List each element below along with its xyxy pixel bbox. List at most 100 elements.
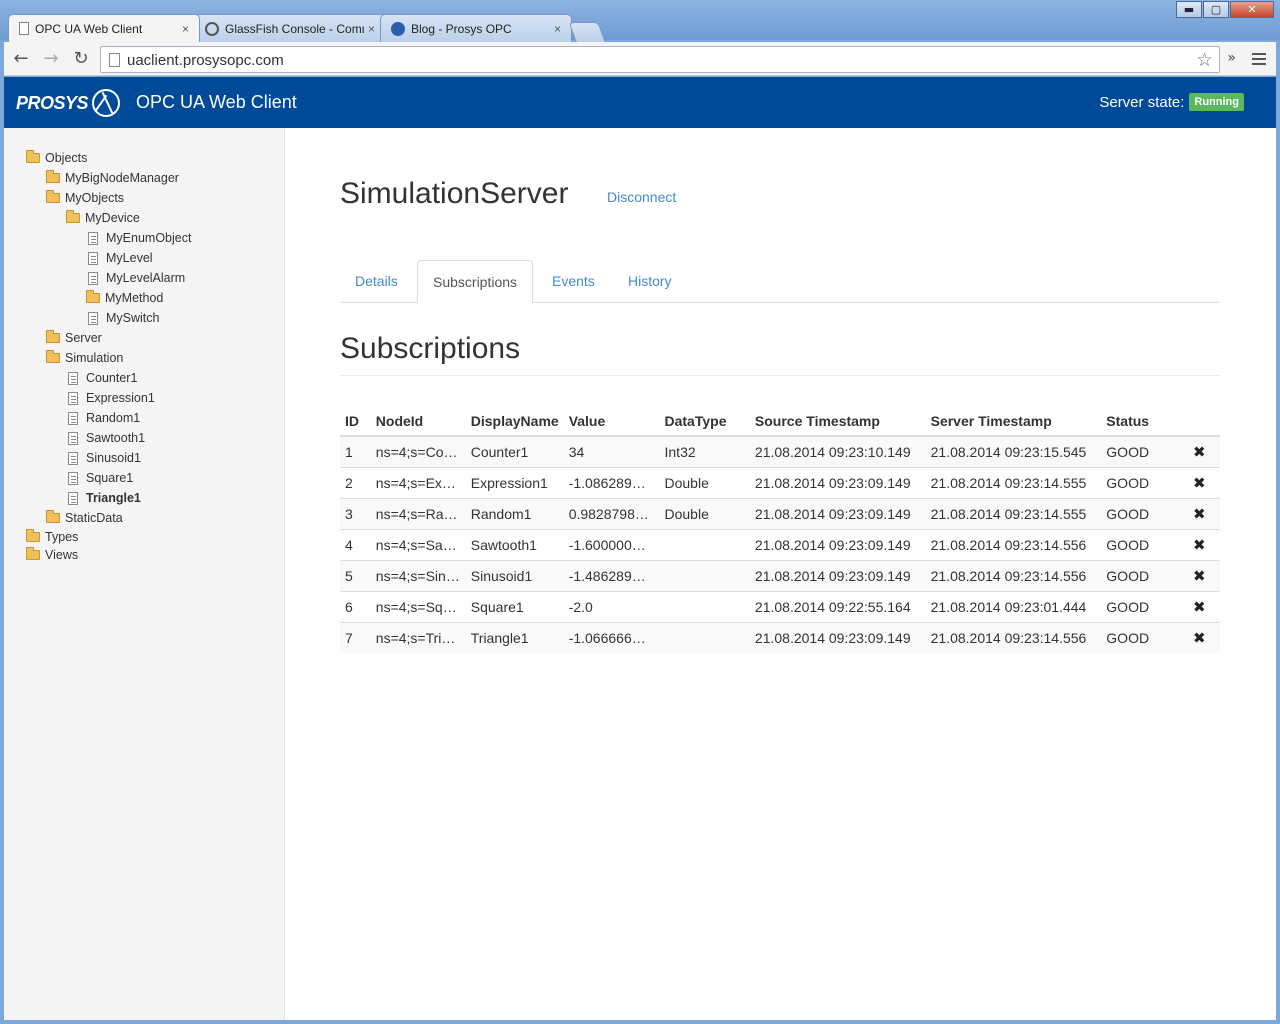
remove-cell: ✖: [1178, 528, 1220, 560]
tree-node[interactable]: MyObjects: [26, 188, 191, 208]
tree-node[interactable]: MyMethod: [26, 288, 191, 308]
tab-details[interactable]: Details: [340, 260, 413, 303]
remove-icon[interactable]: ✖: [1184, 505, 1215, 523]
tree-node[interactable]: MySwitch: [26, 308, 191, 328]
bookmark-star-icon[interactable]: ☆: [1196, 49, 1213, 71]
back-button[interactable]: ←: [10, 48, 32, 70]
maximize-button[interactable]: ▢: [1203, 1, 1229, 18]
cell-text: ns=4;s=Sa…: [375, 536, 457, 553]
cell-text: -1.486289…: [568, 567, 646, 584]
table-row: 7 ns=4;s=Tri… Triangle1 -1.066666… 21.08.201…: [340, 621, 1220, 653]
minimize-button[interactable]: ▬: [1176, 1, 1202, 18]
tree-node[interactable]: Server: [26, 328, 191, 348]
tab-subscriptions[interactable]: Subscriptions: [417, 260, 534, 304]
tree-node[interactable]: Types: [26, 528, 191, 546]
cell-text: 5: [345, 567, 353, 584]
cell-text: GOOD: [1106, 629, 1150, 646]
remove-cell: ✖: [1178, 621, 1220, 653]
table-cell: ns=4;s=Sa…: [370, 528, 466, 560]
tree-node[interactable]: Expression1: [26, 388, 191, 408]
cell-text: Triangle1: [470, 629, 529, 646]
cell-text: 21.08.2014 09:23:09.149: [754, 474, 911, 491]
server-state: Server state: Running: [1099, 93, 1244, 111]
cell-text: 2: [345, 474, 353, 491]
tree-node[interactable]: Objects: [26, 148, 191, 168]
cell-text: -1.066666…: [568, 629, 646, 646]
tree-node[interactable]: MyDevice: [26, 208, 191, 228]
table-cell: 21.08.2014 09:23:09.149: [749, 466, 926, 498]
table-cell: 21.08.2014 09:23:14.556: [925, 559, 1102, 591]
server-state-label: Server state:: [1099, 93, 1185, 111]
tree-node[interactable]: MyBigNodeManager: [26, 168, 191, 188]
browser-tab-label: Blog - Prosys OPC: [411, 21, 512, 36]
cell-text: 0.9828798…: [568, 505, 649, 522]
menu-icon[interactable]: [1252, 53, 1266, 65]
document-icon: [68, 371, 78, 385]
folder-icon: [46, 170, 60, 183]
tree-node[interactable]: MyLevelAlarm: [26, 268, 191, 288]
url-text: uaclient.prosysopc.com: [127, 52, 284, 69]
table-cell: Counter1: [465, 435, 564, 467]
cell-text: 21.08.2014 09:23:01.444: [930, 598, 1087, 615]
cell-text: 21.08.2014 09:23:09.149: [754, 567, 911, 584]
cell-text: Expression1: [470, 474, 548, 491]
tree-node-label: Sawtooth1: [86, 431, 146, 445]
remove-icon[interactable]: ✖: [1184, 443, 1215, 461]
cell-text: 3: [345, 505, 353, 522]
browser-tab-opc-ua[interactable]: OPC UA Web Client ×: [8, 14, 200, 42]
tab-events[interactable]: Events: [537, 260, 610, 303]
tree-node[interactable]: Random1: [26, 408, 191, 428]
tab-history[interactable]: History: [613, 260, 687, 303]
reload-button[interactable]: ↻: [70, 48, 92, 70]
folder-icon: [26, 547, 40, 560]
tree-node[interactable]: Sinusoid1: [26, 448, 191, 468]
table-cell: 7: [340, 621, 371, 653]
cell-text: Double: [664, 474, 709, 491]
column-header: Source Timestamp: [749, 406, 926, 437]
column-header-actions: [1178, 406, 1220, 437]
table-cell: ns=4;s=Ra…: [370, 497, 466, 529]
close-window-button[interactable]: ✕: [1230, 1, 1274, 18]
cell-text: 21.08.2014 09:23:14.555: [930, 505, 1087, 522]
prosys-logo[interactable]: PROSYS: [16, 89, 121, 117]
table-row: 4 ns=4;s=Sa… Sawtooth1 -1.600000… 21.08.2014…: [340, 528, 1220, 560]
disconnect-link[interactable]: Disconnect: [607, 189, 676, 205]
folder-open-icon: [46, 350, 60, 363]
logo-emblem-icon: [92, 89, 121, 117]
folder-open-icon: [46, 190, 60, 203]
remove-icon[interactable]: ✖: [1184, 629, 1215, 647]
tree-node-label: Expression1: [86, 391, 155, 405]
table-cell: 0.9828798…: [563, 497, 660, 529]
tree-node[interactable]: MyLevel: [26, 248, 191, 268]
tree-node[interactable]: Views: [26, 546, 191, 564]
column-header: Server Timestamp: [925, 406, 1102, 437]
forward-button[interactable]: →: [40, 48, 62, 70]
address-bar[interactable]: uaclient.prosysopc.com ☆: [100, 46, 1220, 73]
table-cell: ns=4;s=Sq…: [370, 590, 466, 622]
browser-tab-glassfish[interactable]: GlassFish Console - Comm ×: [194, 14, 386, 42]
remove-icon[interactable]: ✖: [1184, 536, 1215, 554]
close-tab-icon[interactable]: ×: [182, 22, 189, 36]
table-cell: ns=4;s=Co…: [370, 435, 466, 467]
extensions-chevron-icon[interactable]: »: [1227, 50, 1236, 66]
cell-text: Random1: [470, 505, 532, 522]
table-cell: Expression1: [465, 466, 564, 498]
tree-node[interactable]: Counter1: [26, 368, 191, 388]
tree-node[interactable]: Simulation: [26, 348, 191, 368]
tree-node[interactable]: MyEnumObject: [26, 228, 191, 248]
tree-node[interactable]: Square1: [26, 468, 191, 488]
close-tab-icon[interactable]: ×: [368, 22, 375, 36]
tree-node[interactable]: Sawtooth1: [26, 428, 191, 448]
tree-node[interactable]: StaticData: [26, 508, 191, 528]
close-tab-icon[interactable]: ×: [554, 22, 561, 36]
tree-node[interactable]: Triangle1: [26, 488, 191, 508]
remove-icon[interactable]: ✖: [1184, 598, 1215, 616]
remove-icon[interactable]: ✖: [1184, 567, 1215, 585]
folder-icon: [86, 290, 100, 303]
table-cell: GOOD: [1101, 435, 1179, 467]
browser-tab-blog[interactable]: Blog - Prosys OPC ×: [380, 14, 572, 42]
table-cell: 1: [340, 435, 371, 467]
remove-cell: ✖: [1178, 497, 1220, 529]
remove-icon[interactable]: ✖: [1184, 474, 1215, 492]
cell-text: 7: [345, 629, 353, 646]
